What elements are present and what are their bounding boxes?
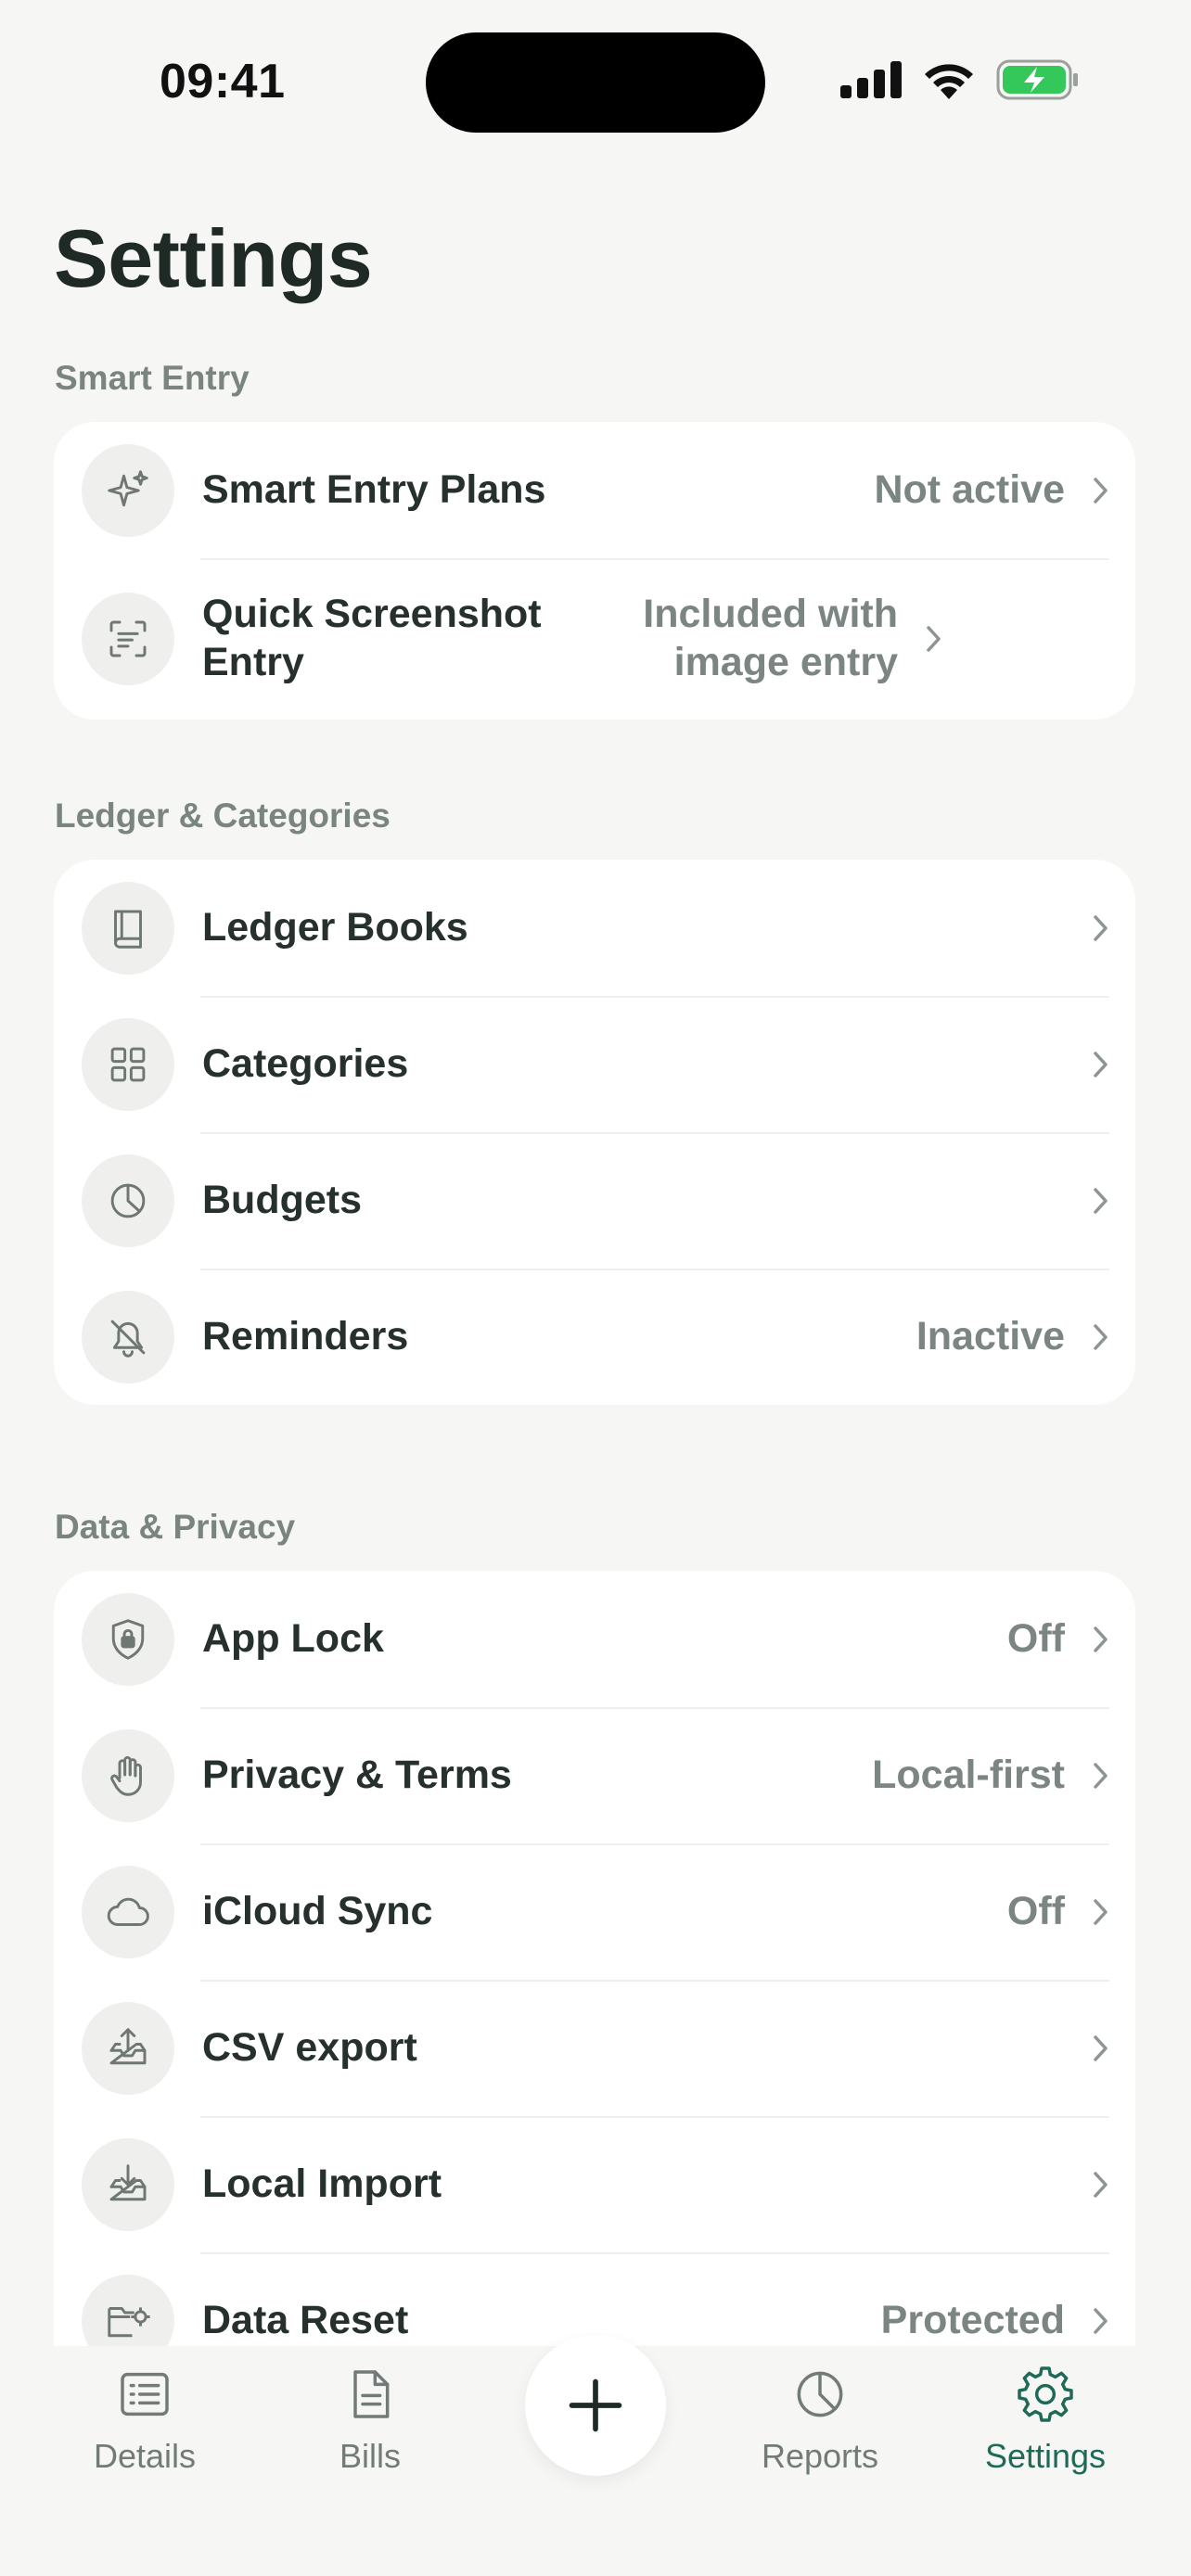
row-label: App Lock xyxy=(202,1615,384,1661)
chevron-right-icon xyxy=(1094,1187,1108,1214)
row-label: CSV export xyxy=(202,2024,417,2070)
status-time: 09:41 xyxy=(160,55,286,108)
chevron-right-icon xyxy=(1094,1898,1108,1925)
chevron-right-icon xyxy=(1094,914,1108,941)
plus-icon xyxy=(569,2378,622,2432)
row-value: Protected xyxy=(880,2297,1065,2342)
row-quick-screenshot-entry[interactable]: Quick Screenshot Entry Included with ima… xyxy=(54,558,1135,720)
tab-label: Settings xyxy=(984,2437,1107,2475)
status-icons xyxy=(840,59,1080,100)
shield-lock-icon xyxy=(111,1618,145,1660)
section-label-data-privacy: Data & Privacy xyxy=(55,1508,296,1546)
row-categories[interactable]: Categories xyxy=(54,996,1135,1132)
row-smart-entry-plans[interactable]: Smart Entry Plans Not active xyxy=(54,422,1135,558)
row-privacy-terms[interactable]: Privacy & Terms Local-first xyxy=(54,1707,1135,1843)
section-label-smart-entry: Smart Entry xyxy=(55,359,250,397)
row-label: Local Import xyxy=(202,2161,442,2206)
row-csv-export[interactable]: CSV export xyxy=(54,1980,1135,2116)
row-icloud-sync[interactable]: iCloud Sync Off xyxy=(54,1843,1135,1980)
book-icon xyxy=(114,910,142,949)
card-smart-entry: Smart Entry Plans Not active Quick Scree… xyxy=(54,422,1135,720)
wifi-icon xyxy=(925,64,973,99)
tab-label: Bills xyxy=(339,2437,401,2475)
tab-bills[interactable]: Bills xyxy=(277,2365,463,2476)
bell-off-icon xyxy=(110,1320,146,1358)
tab-details[interactable]: Details xyxy=(52,2365,237,2476)
row-value: Off xyxy=(1006,1888,1065,1933)
section-label-ledger-categories: Ledger & Categories xyxy=(55,797,391,835)
settings-screen: 09:41 Settings Smart Entry Smart Entry P… xyxy=(0,0,1191,2576)
pie-clock-icon xyxy=(110,1183,146,1218)
row-label: Quick Screenshot Entry xyxy=(202,592,542,684)
status-bar: 09:41 xyxy=(0,0,1191,139)
row-budgets[interactable]: Budgets xyxy=(54,1132,1135,1269)
tab-label: Details xyxy=(93,2437,197,2475)
list-icon xyxy=(121,2372,169,2417)
card-data-privacy: App Lock Off Privacy & Terms Local-first xyxy=(54,1571,1135,2346)
row-label: Privacy & Terms xyxy=(202,1752,512,1797)
chevron-right-icon xyxy=(1094,477,1108,504)
row-value: Inactive xyxy=(916,1313,1065,1358)
cloud-icon xyxy=(107,1897,149,1926)
row-reminders[interactable]: Reminders Inactive xyxy=(54,1269,1135,1405)
row-label: Ledger Books xyxy=(202,904,468,950)
page-title: Settings xyxy=(54,212,373,304)
dynamic-island xyxy=(426,32,765,133)
row-local-import[interactable]: Local Import xyxy=(54,2116,1135,2252)
screenshot-scan-icon xyxy=(109,620,147,657)
document-icon xyxy=(353,2370,390,2418)
pie-chart-icon xyxy=(797,2371,843,2417)
row-label: Data Reset xyxy=(202,2297,409,2342)
chevron-right-icon xyxy=(1094,1626,1108,1652)
tray-upload-icon xyxy=(109,2027,147,2064)
row-ledger-books[interactable]: Ledger Books xyxy=(54,860,1135,996)
row-value: Local-first xyxy=(872,1752,1065,1797)
chevron-right-icon xyxy=(1094,1762,1108,1789)
grid-icon xyxy=(110,1047,146,1081)
chevron-right-icon xyxy=(927,626,941,652)
row-value: Off xyxy=(1006,1615,1065,1661)
tab-settings[interactable]: Settings xyxy=(953,2365,1138,2476)
add-entry-button[interactable] xyxy=(525,2335,666,2476)
row-label: iCloud Sync xyxy=(202,1888,433,1933)
card-ledger-categories: Ledger Books Categories Budgets Reminder… xyxy=(54,860,1135,1405)
battery-charging-icon xyxy=(996,59,1078,100)
chevron-right-icon xyxy=(1094,2171,1108,2198)
gear-icon xyxy=(1018,2366,1073,2422)
row-app-lock[interactable]: App Lock Off xyxy=(54,1571,1135,1707)
row-data-reset[interactable]: Data Reset Protected xyxy=(54,2252,1135,2346)
settings-scroll-view[interactable]: 09:41 Settings Smart Entry Smart Entry P… xyxy=(0,0,1191,2346)
chevron-right-icon xyxy=(1094,1323,1108,1350)
tab-bar: Details Bills Reports Settings xyxy=(0,2335,1191,2576)
chevron-right-icon xyxy=(1094,2307,1108,2334)
cellular-signal-icon xyxy=(840,61,902,98)
chevron-right-icon xyxy=(1094,1051,1108,1078)
sparkles-icon xyxy=(108,469,148,506)
tab-reports[interactable]: Reports xyxy=(727,2365,913,2476)
tab-label: Reports xyxy=(761,2437,879,2475)
row-value: Not active xyxy=(874,466,1065,512)
chevron-right-icon xyxy=(1094,2034,1108,2061)
row-label: Smart Entry Plans xyxy=(202,466,546,512)
row-label: Categories xyxy=(202,1040,409,1086)
row-value: Included with image entry xyxy=(643,592,898,684)
tray-download-icon xyxy=(109,2163,147,2200)
folder-gear-icon xyxy=(108,2306,150,2337)
hand-icon xyxy=(110,1755,142,1796)
row-label: Budgets xyxy=(202,1177,362,1222)
row-label: Reminders xyxy=(202,1313,409,1358)
